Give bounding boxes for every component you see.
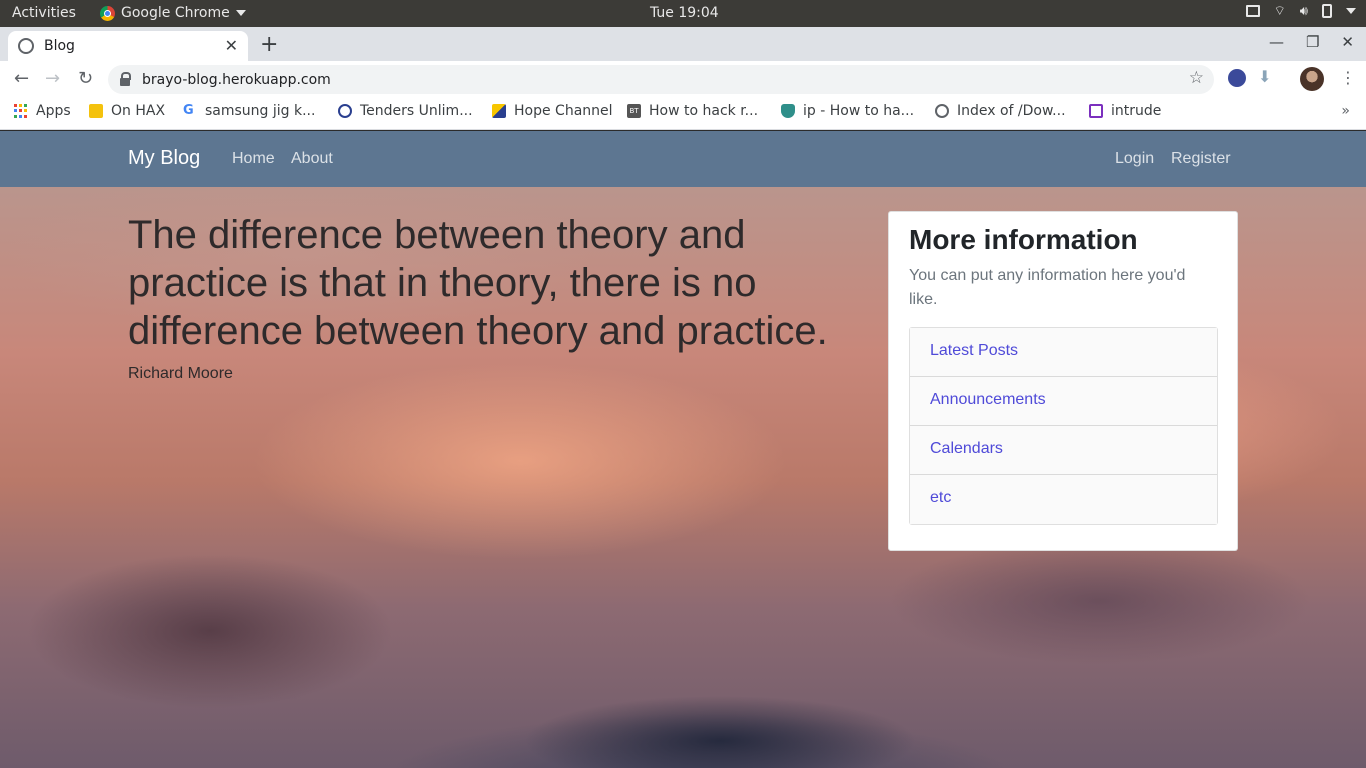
bookmark-label: How to hack r... [649,103,759,119]
nav-link-register[interactable]: Register [1171,150,1231,168]
chrome-icon [100,5,115,21]
hero-quote: The difference between theory and practi… [128,213,828,353]
wifi-icon: ⌔ [1273,4,1286,19]
close-window-icon[interactable]: ✕ [1341,33,1354,51]
url-text[interactable]: brayo-blog.herokuapp.com [142,72,331,88]
download-icon[interactable]: ⬇ [1258,67,1276,86]
bookmarks-bar: Apps On HAX G samsung jig k... Tenders U… [0,97,1366,130]
bookmark-tenders[interactable]: Tenders Unlim... [338,103,473,119]
list-link-calendars[interactable]: Calendars [910,426,1217,475]
card-title: More information [909,224,1138,255]
bookmark-label: ip - How to ha... [803,103,915,119]
back-arrow-icon[interactable]: ← [14,68,29,89]
tab-blog[interactable]: Blog ✕ [8,31,248,61]
apps-grid-icon [14,104,28,118]
new-tab-button[interactable]: + [260,32,278,57]
bookmark-star-icon[interactable]: ☆ [1189,68,1204,88]
nav-link-about[interactable]: About [291,150,333,168]
intrude-icon [1089,104,1103,118]
restore-icon[interactable]: ❐ [1306,33,1319,51]
system-top-bar: Activities Google Chrome Tue 19:04 ⌔ 🔊︎ [0,0,1366,27]
close-tab-icon[interactable]: ✕ [225,36,238,55]
site-navbar: My Blog Home About Login Register [0,131,1366,187]
nav-link-home[interactable]: Home [232,150,275,168]
globe-icon [18,38,34,54]
extension-icon[interactable] [1228,69,1246,87]
web-page: My Blog Home About Login Register The di… [0,131,1366,768]
bookmark-label: Hope Channel [514,103,613,119]
list-link-etc[interactable]: etc [910,475,1217,524]
tab-strip: Blog ✕ + — ❐ ✕ [0,27,1366,61]
list-link-latest-posts[interactable]: Latest Posts [910,328,1217,377]
profile-avatar[interactable] [1300,67,1324,91]
globe-icon [935,104,949,118]
list-link-announcements[interactable]: Announcements [910,377,1217,426]
tab-title: Blog [44,38,75,54]
lock-icon[interactable] [120,71,131,86]
volume-icon: 🔊︎ [1299,3,1308,19]
bookmark-label: Tenders Unlim... [360,103,473,119]
battery-icon [1322,4,1332,18]
bookmark-ip[interactable]: ip - How to ha... [781,103,914,119]
hope-channel-icon [492,104,506,118]
bookmark-label: intrude [1111,103,1162,119]
menu-kebab-icon[interactable]: ⋮ [1340,68,1356,87]
bt-icon: BT [627,104,641,118]
google-icon: G [183,103,194,118]
bookmark-on-hax[interactable]: On HAX [89,103,165,119]
bookmark-label: On HAX [111,103,166,119]
reload-icon[interactable]: ↻ [78,68,93,89]
forward-arrow-icon[interactable]: → [45,68,60,89]
bookmark-label: Apps [36,103,71,119]
clock[interactable]: Tue 19:04 [650,5,719,21]
address-bar[interactable]: brayo-blog.herokuapp.com ☆ [108,65,1214,94]
window-controls: — ❐ ✕ [1269,33,1354,51]
system-tray[interactable]: ⌔ 🔊︎ [1245,3,1356,19]
system-menu-chevron-icon[interactable] [1346,8,1356,14]
app-menu-label: Google Chrome [121,5,230,21]
hax-icon [89,104,103,118]
shield-icon [781,104,795,118]
notes-icon[interactable] [1245,5,1260,17]
bookmark-apps[interactable]: Apps [14,103,71,119]
bookmark-hope-channel[interactable]: Hope Channel [492,103,613,119]
card-text: You can put any information here you'd l… [909,267,1186,308]
bookmark-label: Index of /Dow... [957,103,1066,119]
app-menu[interactable]: Google Chrome [100,5,246,21]
info-link-list: Latest Posts Announcements Calendars etc [909,327,1218,525]
bookmark-how-to-hack[interactable]: BT How to hack r... [627,103,758,119]
bookmark-index[interactable]: Index of /Dow... [935,103,1066,119]
bookmark-samsung[interactable]: G samsung jig k... [183,103,315,119]
activities-button[interactable]: Activities [12,5,76,21]
nav-link-login[interactable]: Login [1115,150,1154,168]
minimize-icon[interactable]: — [1269,33,1284,51]
more-bookmarks-button[interactable]: » [1341,103,1350,119]
info-card: More information You can put any informa… [888,211,1238,551]
globe-icon [338,104,352,118]
site-brand[interactable]: My Blog [128,147,200,170]
bookmark-label: samsung jig k... [205,103,316,119]
browser-toolbar: ← → ↻ brayo-blog.herokuapp.com ☆ ⬇ ⋮ [0,61,1366,97]
chevron-down-icon [235,10,246,16]
quote-author: Richard Moore [128,365,233,382]
bookmark-intrude[interactable]: intrude [1089,103,1161,119]
